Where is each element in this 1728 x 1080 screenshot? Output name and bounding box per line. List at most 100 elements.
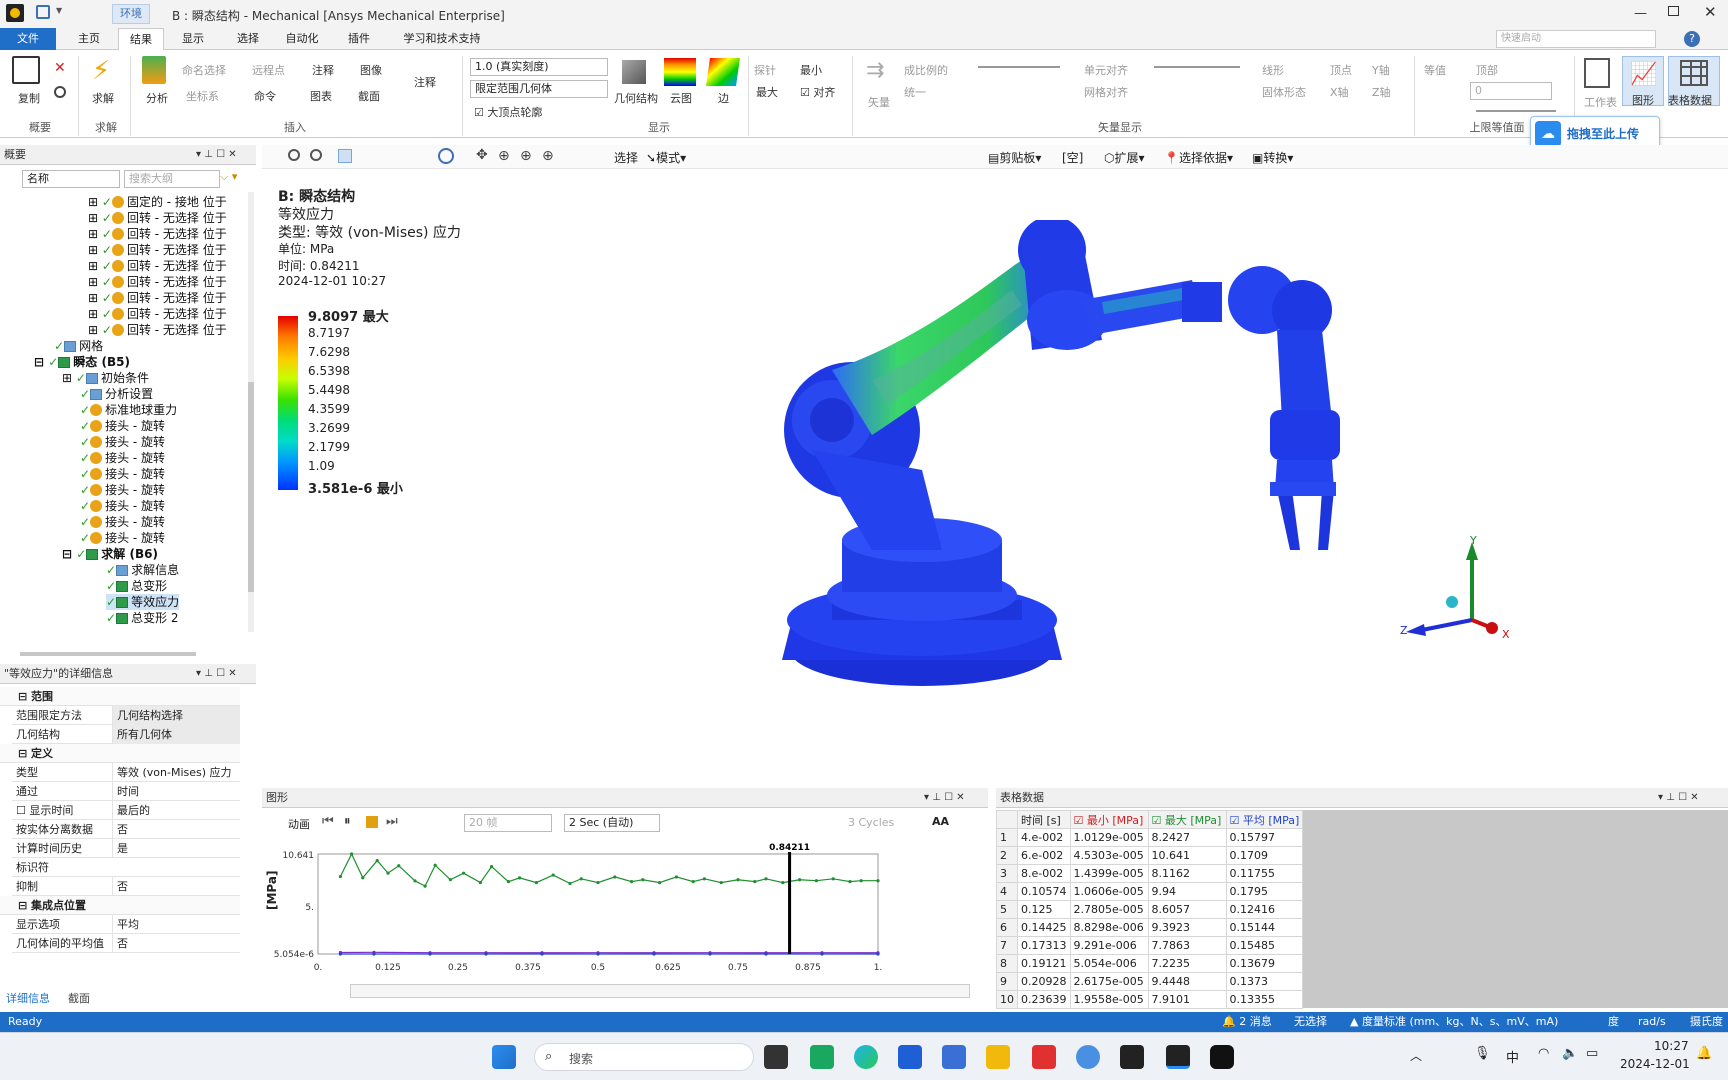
iso-button[interactable]: 等值 (1424, 62, 1446, 78)
cycles-label[interactable]: 3 Cycles (848, 816, 894, 829)
contour-legend[interactable] (278, 316, 298, 490)
tab-home[interactable]: 主页 (64, 28, 114, 50)
zoom-out-icon[interactable] (310, 149, 322, 161)
geometry-icon[interactable] (622, 60, 646, 84)
table-column-header[interactable]: ☑ 最小 [MPa] (1069, 810, 1149, 829)
x-axis-button[interactable]: X轴 (1330, 84, 1349, 100)
table-row[interactable]: 8 0.19121 5.054e-006 7.2235 0.13679 (996, 954, 1304, 973)
edges-button[interactable]: 边 (718, 90, 729, 106)
speed-dropdown[interactable]: 2 Sec (自动) (564, 814, 660, 832)
contour-button[interactable]: 云图 (670, 90, 692, 106)
restore-icon[interactable] (1668, 6, 1679, 16)
axis-triad[interactable] (1392, 530, 1552, 650)
annotation-button[interactable]: 注释 (312, 62, 334, 78)
extend-menu[interactable]: ⬡扩展▾ (1104, 149, 1145, 166)
named-selection-button[interactable]: 命名选择 (182, 62, 226, 78)
coord-system-button[interactable]: 坐标系 (186, 88, 219, 104)
tree-item-total-deformation[interactable]: ✓ 总变形 (106, 578, 167, 594)
chart-button[interactable]: 图表 (310, 88, 332, 104)
store-icon[interactable] (942, 1045, 966, 1069)
copy-button[interactable]: 复制 (18, 90, 40, 106)
details-section-scope[interactable]: ⊟ 范围 (0, 687, 240, 706)
tree-item-joint[interactable]: ✓ 接头 - 旋转 (80, 530, 165, 546)
vector-arrow-icon[interactable]: ⇉ (866, 58, 884, 83)
table-row[interactable]: 10 0.23639 1.9558e-005 7.9101 0.13355 (996, 990, 1304, 1009)
iso-value-input[interactable]: 0 (1470, 82, 1552, 100)
tree-item-solution[interactable]: ⊟ ✓ 求解 (B6) (62, 546, 158, 562)
cloud-app-icon[interactable] (1076, 1045, 1100, 1069)
tree-item-revolute[interactable]: ⊞ ✓ 回转 - 无选择 位于 (88, 306, 227, 322)
align-checkbox[interactable]: ☑ 对齐 (800, 84, 835, 100)
line-button[interactable]: 线形 (1262, 62, 1284, 78)
grid-align-button[interactable]: 网格对齐 (1084, 84, 1128, 100)
next-icon[interactable]: ⏭ (386, 814, 398, 829)
tree-item-solution-info[interactable]: ✓ 求解信息 (106, 562, 179, 578)
table-row[interactable]: 4 0.10574 1.0606e-005 9.94 0.1795 (996, 882, 1304, 901)
z-axis-button[interactable]: Z轴 (1372, 84, 1391, 100)
edges-icon[interactable] (706, 58, 740, 86)
table-column-header[interactable]: ☑ 平均 [MPa] (1225, 810, 1304, 829)
zoom-fit-icon[interactable]: ⊕ (498, 148, 510, 164)
details-pin-icon[interactable]: ▾ ⊥ ☐ ✕ (196, 664, 237, 684)
tree-item-revolute[interactable]: ⊞ ✓ 回转 - 无选择 位于 (88, 226, 227, 242)
graph-pin-icon[interactable]: ▾ ⊥ ☐ ✕ (924, 788, 965, 808)
copy-icon[interactable] (12, 56, 40, 84)
env-context-tab[interactable]: 环境 (112, 4, 150, 24)
screen-capture-icon[interactable] (1210, 1045, 1234, 1069)
tree-item-equivalent-stress[interactable]: ✓ 等效应力 (106, 594, 180, 610)
geometry-button[interactable]: 几何结构 (614, 90, 658, 106)
aa-toggle[interactable]: AA (932, 815, 949, 828)
save-icon[interactable] (36, 5, 50, 19)
contour-icon[interactable] (664, 58, 696, 86)
zoom-all-icon[interactable]: ⊕ (542, 148, 554, 164)
table-column-header[interactable]: ☑ 最大 [MPa] (1147, 810, 1227, 829)
details-tab-details[interactable]: 详细信息 (6, 990, 50, 1006)
frames-dropdown[interactable]: 20 帧 (464, 814, 552, 832)
uniform-button[interactable]: 统一 (904, 84, 926, 100)
tab-learning[interactable]: 学习和技术支持 (392, 28, 492, 50)
table-row[interactable]: 6 0.14425 8.8298e-006 9.3923 0.15144 (996, 918, 1304, 937)
messages-indicator[interactable]: 🔔 2 消息 (1222, 1012, 1272, 1032)
tree-item-initial-conditions[interactable]: ⊞ ✓ 初始条件 (62, 370, 149, 386)
details-row[interactable]: 按实体分离数据否 (12, 820, 240, 839)
help-icon[interactable]: ? (1684, 31, 1700, 47)
tree-item-gravity[interactable]: ✓ 标准地球重力 (80, 402, 177, 418)
wifi-icon[interactable]: ◠ (1538, 1046, 1549, 1061)
pin-icon[interactable]: ▾ ⊥ ☐ ✕ (196, 145, 237, 165)
details-row[interactable]: 范围限定方法 几何结构选择 (12, 706, 240, 725)
table-row[interactable]: 5 0.125 2.7805e-005 8.6057 0.12416 (996, 900, 1304, 919)
tree-item-revolute[interactable]: ⊞ ✓ 回转 - 无选择 位于 (88, 258, 227, 274)
unit-system[interactable]: ▲ 度量标准 (mm、kg、N、s、mV、mA) (1350, 1012, 1558, 1032)
zoom-box-icon[interactable]: ⊕ (520, 148, 532, 164)
tree-item-joint[interactable]: ✓ 接头 - 旋转 (80, 466, 165, 482)
tree-item-joint[interactable]: ✓ 接头 - 旋转 (80, 418, 165, 434)
element-align-button[interactable]: 单元对齐 (1084, 62, 1128, 78)
tree-item-joint[interactable]: ✓ 接头 - 旋转 (80, 434, 165, 450)
table-column-header[interactable]: 时间 [s] (1017, 810, 1071, 829)
worksheet-icon[interactable] (1584, 58, 1610, 88)
wps-icon[interactable] (1032, 1045, 1056, 1069)
max-button[interactable]: 最大 (756, 84, 778, 100)
details-tab-section[interactable]: 截面 (68, 990, 90, 1006)
empty-selection[interactable]: [空] (1062, 149, 1083, 166)
table-row[interactable]: 7 0.17313 9.291e-006 7.7863 0.15485 (996, 936, 1304, 955)
details-row[interactable]: ☐ 显示时间 最后的 (12, 801, 240, 820)
details-row[interactable]: 显示选项 平均 (12, 915, 240, 934)
outline-name-filter[interactable]: 名称 (22, 170, 120, 188)
vertex-button[interactable]: 顶点 (1330, 62, 1352, 78)
vector-density-slider[interactable] (1154, 66, 1240, 68)
close-window-icon[interactable]: ✕ (1704, 3, 1717, 21)
details-row[interactable]: 标识符 (12, 858, 240, 877)
min-button[interactable]: 最小 (800, 62, 822, 78)
notification-icon[interactable]: 🔔 (1696, 1046, 1712, 1061)
tree-item-joint[interactable]: ✓ 接头 - 旋转 (80, 482, 165, 498)
proportional-button[interactable]: 成比例的 (904, 62, 948, 78)
outline-search-input[interactable]: 搜索大纲 (124, 170, 220, 188)
analysis-button[interactable]: 分析 (146, 90, 168, 106)
vector-scale-slider[interactable] (978, 66, 1060, 68)
tree-item-fixed[interactable]: ⊞ ✓ 固定的 - 接地 位于 (88, 194, 227, 210)
solid-button[interactable]: 固体形态 (1262, 84, 1306, 100)
zoom-in-icon[interactable] (288, 149, 300, 161)
task-view-icon[interactable] (764, 1045, 788, 1069)
tab-file[interactable]: 文件 (0, 28, 56, 50)
